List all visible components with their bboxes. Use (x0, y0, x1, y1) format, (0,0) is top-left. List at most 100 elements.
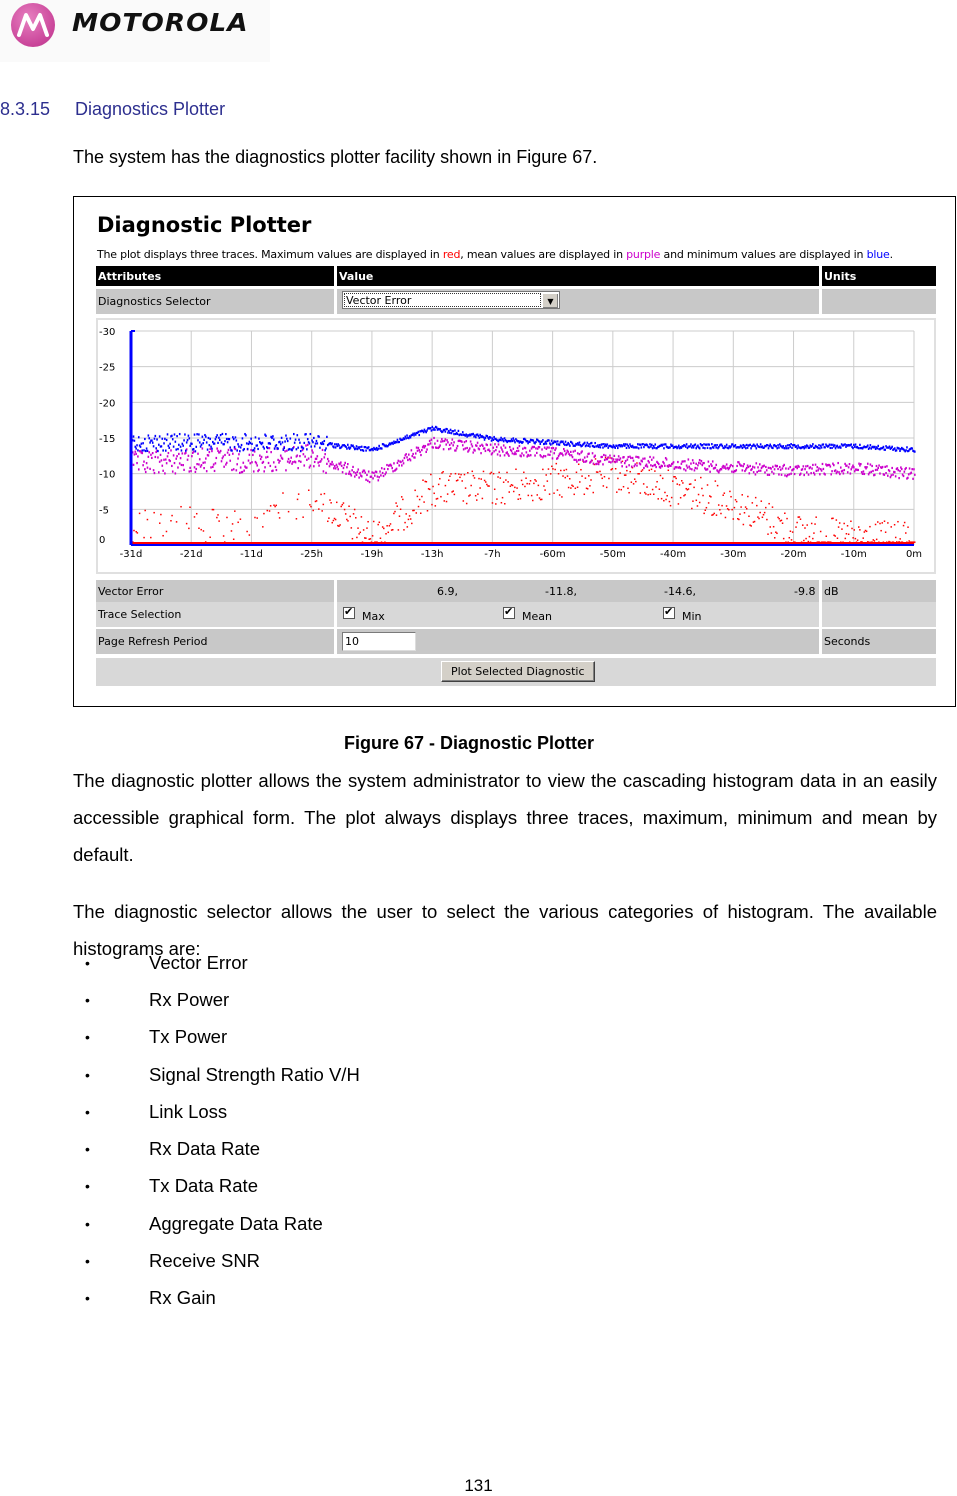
data-point (445, 443, 448, 446)
data-point (245, 466, 248, 469)
data-point (806, 464, 809, 468)
data-point (815, 469, 818, 472)
data-point (205, 441, 208, 444)
data-point (659, 474, 662, 477)
data-point (885, 471, 887, 475)
trace-option-min[interactable]: Min (663, 605, 702, 623)
data-point (435, 446, 438, 449)
data-point (321, 510, 323, 512)
data-point (431, 425, 434, 428)
data-point (259, 454, 261, 457)
chevron-down-icon[interactable]: ▼ (542, 293, 558, 308)
data-point (536, 451, 538, 455)
data-point (234, 448, 237, 451)
data-point (269, 464, 272, 468)
data-point (725, 446, 727, 449)
x-tick-label: -20m (780, 549, 806, 560)
data-point (651, 464, 654, 468)
data-point (287, 510, 290, 513)
page-refresh-input[interactable]: 10 (342, 632, 416, 651)
max-checkbox[interactable] (343, 605, 355, 619)
data-point (198, 463, 200, 466)
x-tick-label: -10m (841, 549, 867, 560)
data-point (853, 529, 856, 531)
data-point (474, 494, 477, 497)
data-point (479, 487, 481, 489)
data-point (499, 477, 502, 479)
data-point (275, 468, 278, 472)
data-point (133, 529, 135, 532)
data-point (343, 464, 346, 467)
x-tick-label: -13h (421, 549, 444, 560)
x-tick-label: -60m (540, 549, 566, 560)
data-point (280, 436, 283, 439)
data-point (545, 474, 547, 476)
data-point (158, 471, 160, 474)
data-point (237, 443, 239, 446)
data-point (564, 440, 567, 443)
data-point (148, 437, 151, 440)
data-point (409, 518, 412, 520)
data-point (449, 475, 451, 478)
data-point (212, 463, 215, 466)
data-point (571, 442, 574, 445)
data-point (854, 443, 857, 446)
data-point (428, 439, 431, 443)
data-point (742, 523, 745, 526)
desc-red: red (442, 248, 461, 261)
data-point (734, 444, 737, 447)
data-point (538, 446, 541, 449)
data-point (599, 460, 602, 463)
min-checkbox[interactable] (663, 605, 675, 619)
trace-option-mean[interactable]: Mean (503, 605, 552, 623)
y-tick-label: -20 (99, 398, 115, 409)
data-point (607, 456, 610, 459)
data-point (765, 469, 768, 472)
data-point (685, 464, 688, 467)
plot-selected-diagnostic-button[interactable]: Plot Selected Diagnostic (441, 661, 595, 682)
data-point (637, 443, 639, 446)
data-point (313, 445, 316, 448)
data-point (669, 504, 672, 507)
data-point (771, 506, 774, 508)
data-point (245, 434, 247, 437)
data-point (387, 467, 389, 471)
data-point (150, 453, 152, 456)
data-point (365, 537, 367, 539)
data-point (551, 457, 554, 460)
data-point (327, 520, 329, 523)
page-refresh-label: Page Refresh Period (96, 629, 334, 654)
data-point (896, 467, 899, 470)
data-point (461, 444, 464, 447)
data-point (224, 440, 226, 443)
mean-checkbox[interactable] (503, 605, 515, 619)
data-point (389, 523, 392, 525)
list-item-text: Rx Data Rate (149, 1138, 261, 1160)
data-point (792, 467, 795, 471)
data-point (639, 443, 642, 446)
data-point (346, 518, 348, 521)
trace-option-max[interactable]: Max (343, 605, 385, 623)
x-tick-label: -21d (180, 549, 203, 560)
data-point (585, 444, 588, 447)
data-point (372, 520, 375, 523)
diagnostics-selector-dropdown[interactable]: Vector Error ▼ (342, 291, 560, 309)
data-point (753, 520, 756, 523)
paragraph-description: The diagnostic plotter allows the system… (73, 770, 937, 865)
data-point (417, 446, 420, 449)
bullet-icon: • (85, 954, 90, 971)
data-point (703, 443, 705, 446)
data-point (698, 447, 701, 450)
data-point (851, 527, 853, 530)
data-point (234, 436, 237, 439)
data-point (444, 438, 447, 441)
data-point (894, 475, 897, 478)
data-point (501, 496, 504, 499)
data-point (405, 513, 407, 515)
data-point (499, 454, 502, 457)
data-point (841, 528, 843, 530)
data-point (668, 500, 671, 503)
data-point (439, 444, 441, 447)
data-point (490, 471, 493, 474)
bullet-icon: • (85, 1103, 90, 1120)
